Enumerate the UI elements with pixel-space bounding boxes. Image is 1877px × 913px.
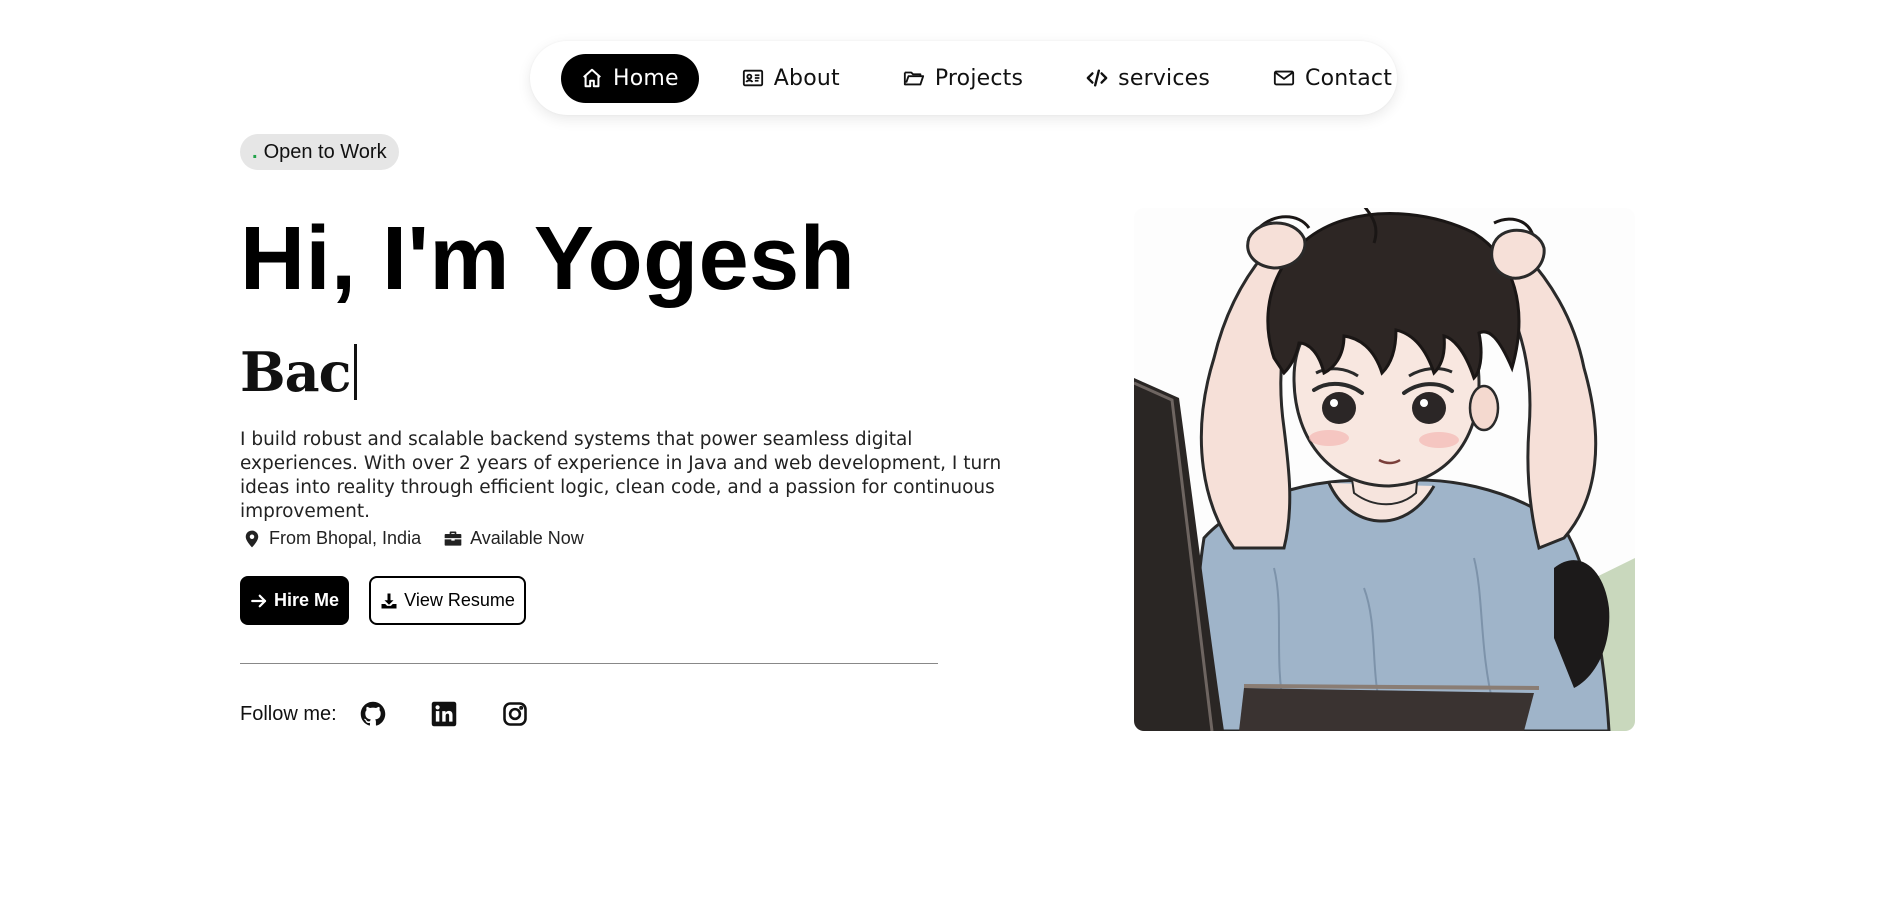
follow-section: Follow me:	[240, 700, 572, 728]
hero-title: Hi, I'm Yogesh	[240, 209, 856, 309]
nav-contact[interactable]: Contact	[1253, 54, 1412, 103]
linkedin-link[interactable]	[430, 700, 458, 728]
envelope-icon	[1273, 70, 1295, 86]
nav-home[interactable]: Home	[561, 53, 699, 103]
instagram-link[interactable]	[501, 700, 529, 728]
nav-projects[interactable]: Projects	[883, 54, 1043, 103]
nav-contact-label: Contact	[1305, 65, 1393, 91]
location-info: From Bhopal, India	[242, 528, 421, 549]
hero-description: I build robust and scalable backend syst…	[240, 429, 1002, 522]
nav-home-label: Home	[613, 65, 679, 91]
divider	[240, 663, 938, 664]
download-icon	[381, 593, 397, 608]
badge-label: Open to Work	[263, 140, 387, 163]
view-resume-label: View Resume	[404, 590, 515, 610]
nav-projects-label: Projects	[934, 65, 1024, 91]
linkedin-icon	[431, 701, 456, 727]
status-dot: .	[252, 141, 258, 163]
typed-role: Bac	[240, 340, 357, 404]
follow-label: Follow me:	[240, 702, 337, 725]
code-icon	[1086, 69, 1108, 87]
anime-boy-at-computer-image	[1134, 208, 1635, 731]
availability-info: Available Now	[443, 528, 584, 549]
nav-services-label: services	[1118, 65, 1211, 91]
nav-about-label: About	[773, 65, 840, 91]
location-text: From Bhopal, India	[269, 528, 422, 548]
availability-text: Available Now	[470, 528, 584, 548]
github-icon	[360, 701, 385, 726]
nav-about[interactable]: About	[722, 54, 860, 103]
meta-info: From Bhopal, India Available Now	[242, 528, 606, 549]
top-navigation: Home About Projects services Contact	[530, 41, 1397, 115]
open-to-work-badge: . Open to Work	[240, 134, 399, 170]
briefcase-icon	[444, 531, 462, 546]
typing-cursor	[353, 344, 357, 400]
view-resume-button[interactable]: View Resume	[369, 576, 526, 625]
profile-illustration	[1134, 208, 1635, 731]
hire-me-button[interactable]: Hire Me	[240, 576, 349, 625]
map-pin-icon	[245, 530, 259, 547]
arrow-right-icon	[251, 594, 267, 607]
typed-text: Bac	[240, 340, 352, 404]
id-card-icon	[742, 69, 763, 87]
instagram-icon	[502, 702, 527, 726]
nav-services[interactable]: services	[1066, 54, 1230, 103]
hire-me-label: Hire Me	[273, 590, 340, 610]
folder-icon	[903, 71, 924, 86]
github-link[interactable]	[359, 700, 387, 728]
home-icon	[583, 68, 601, 88]
